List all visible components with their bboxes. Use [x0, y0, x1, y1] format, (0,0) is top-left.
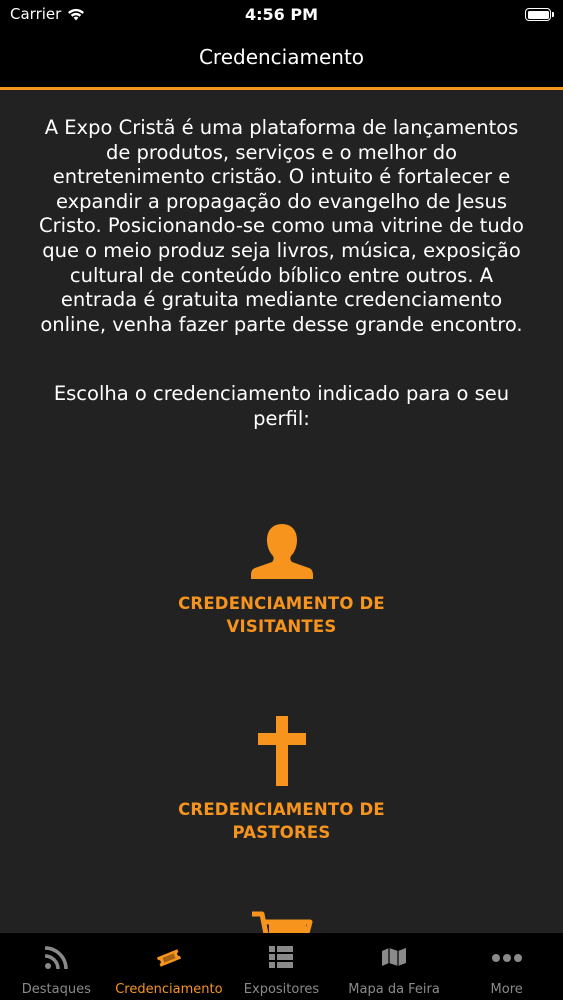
exhibitor-registration-option[interactable]: [0, 910, 563, 933]
map-icon: [382, 948, 407, 966]
visitor-label-line1: CREDENCIAMENTO DE: [178, 594, 385, 613]
page-title: Credenciamento: [198, 45, 365, 69]
cross-icon: [257, 716, 306, 786]
pastor-label-line2: PASTORES: [232, 823, 331, 842]
tab-more[interactable]: More: [450, 933, 563, 1000]
pastor-registration-label: CREDENCIAMENTO DE PASTORES: [0, 798, 563, 844]
ticket-icon: [156, 949, 181, 967]
choose-profile-text: Escolha o credenciamento indicado para o…: [53, 382, 510, 430]
tab-mapa-label: Mapa da Feira: [348, 982, 440, 997]
tab-bar: Destaques Credenciamento Expositores Map…: [0, 933, 563, 1000]
visitor-label-line2: VISITANTES: [226, 617, 337, 636]
pastor-label-line1: CREDENCIAMENTO DE: [178, 800, 385, 819]
battery-icon: [525, 8, 554, 21]
status-time: 4:56 PM: [244, 5, 318, 24]
tab-credenciamento-label: Credenciamento: [115, 982, 223, 997]
visitor-registration-option[interactable]: CREDENCIAMENTO DE VISITANTES: [0, 522, 563, 638]
intro-paragraph: A Expo Cristã é uma plataforma de lançam…: [39, 116, 524, 336]
tab-expositores-label: Expositores: [243, 982, 320, 997]
pastor-registration-option[interactable]: CREDENCIAMENTO DE PASTORES: [0, 716, 563, 844]
list-icon: [269, 946, 294, 968]
cart-icon: [251, 911, 312, 933]
tab-destaques-label: Destaques: [21, 982, 91, 997]
person-icon: [250, 524, 313, 579]
rss-icon: [45, 946, 69, 970]
tab-credenciamento[interactable]: Credenciamento: [113, 933, 226, 1000]
tab-expositores[interactable]: Expositores: [225, 933, 338, 1000]
tab-destaques[interactable]: Destaques: [0, 933, 113, 1000]
more-icon: [491, 954, 522, 962]
status-bar: Carrier 4:56 PM: [0, 0, 563, 30]
tab-mapa-da-feira[interactable]: Mapa da Feira: [338, 933, 451, 1000]
visitor-registration-label: CREDENCIAMENTO DE VISITANTES: [0, 592, 563, 638]
main-content[interactable]: A Expo Cristã é uma plataforma de lançam…: [0, 90, 563, 933]
navigation-bar: Credenciamento: [0, 30, 563, 87]
tab-more-label: More: [490, 982, 523, 997]
